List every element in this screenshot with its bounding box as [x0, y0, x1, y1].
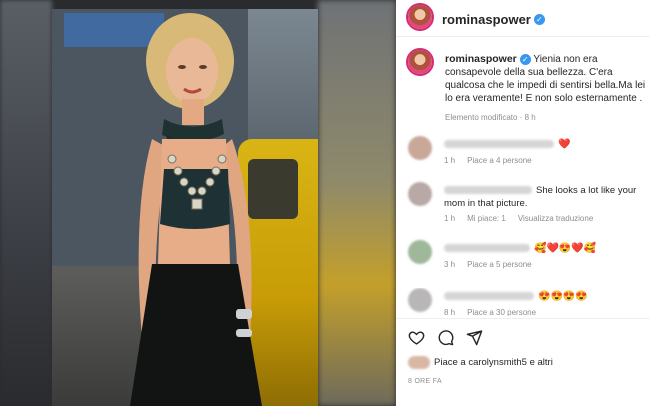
commenter-avatar[interactable]: [408, 182, 432, 206]
liker-avatars-blurred[interactable]: [408, 356, 430, 369]
comment-item: 🥰❤️😍❤️🥰 3 h Piace a 5 persone: [396, 240, 650, 280]
edited-time: 8 h: [524, 113, 536, 122]
comment-item: ❤️ 1 h Piace a 4 persone: [396, 136, 650, 176]
woman-figure: [130, 13, 262, 406]
post-caption: rominaspower ✓ Yienia non era consapevole…: [445, 53, 647, 124]
comment-likes-link[interactable]: Mi piace: 1: [467, 214, 506, 223]
see-translation-link[interactable]: Visualizza traduzione: [518, 214, 593, 223]
liked-by-row: Piace a carolynsmith5 e altri: [408, 356, 553, 369]
comment-emoji: 🥰❤️😍❤️🥰: [534, 243, 597, 254]
commenter-name-blurred[interactable]: [444, 244, 530, 253]
comment-emoji: ❤️: [558, 139, 571, 150]
comment-item: 😍😍😍😍 8 h Piace a 30 persone: [396, 288, 650, 316]
comment-info: 1 h Mi piace: 1 Visualizza traduzione: [444, 214, 605, 223]
liked-by-text[interactable]: Piace a carolynsmith5 e altri: [434, 357, 553, 368]
verified-badge-icon: ✓: [533, 14, 545, 26]
comment-icon[interactable]: [437, 329, 454, 346]
commenter-avatar[interactable]: [408, 288, 432, 312]
commenter-avatar[interactable]: [408, 240, 432, 264]
comment-info: 1 h Piace a 4 persone: [444, 156, 544, 165]
verified-badge-icon: ✓: [519, 53, 531, 65]
post-actions-bar: [396, 318, 650, 351]
comment-likes-link[interactable]: Piace a 30 persone: [467, 308, 536, 316]
caption-avatar[interactable]: [406, 48, 434, 76]
comment-emoji: 😍😍😍😍: [538, 291, 588, 302]
commenter-name-blurred[interactable]: [444, 186, 532, 195]
photo-blur-left: [0, 0, 52, 406]
post-photo[interactable]: [0, 0, 396, 406]
commenter-avatar[interactable]: [408, 136, 432, 160]
author-username-link[interactable]: rominaspower: [442, 12, 531, 27]
commenter-name-blurred[interactable]: [444, 140, 554, 149]
comment-time: 3 h: [444, 260, 456, 269]
author-avatar[interactable]: [406, 3, 434, 31]
commenter-name-blurred[interactable]: [444, 292, 534, 301]
comment-info: 3 h Piace a 5 persone: [444, 260, 544, 269]
comment-info: 8 h Piace a 30 persone: [444, 308, 548, 316]
share-icon[interactable]: [466, 329, 483, 346]
comment-likes-link[interactable]: Piace a 4 persone: [467, 156, 532, 165]
post-header: rominaspower ✓: [396, 0, 650, 37]
comment-item: She looks a lot like your mom in that pi…: [396, 182, 650, 223]
caption-username[interactable]: rominaspower: [445, 53, 517, 65]
post-image: [52, 9, 318, 406]
comment-time: 8 h: [444, 308, 456, 316]
edited-label: Elemento modificato: [445, 113, 518, 122]
post-side-panel: rominaspower ✓ rominaspower ✓ Yienia non e…: [396, 0, 650, 406]
author-name-row: rominaspower ✓: [442, 11, 545, 29]
comment-time: 1 h: [444, 156, 456, 165]
post-timestamp: 8 ORE FA: [408, 378, 442, 385]
comment-time: 1 h: [444, 214, 456, 223]
caption-meta: Elemento modificato · 8 h: [445, 113, 536, 122]
comment-likes-link[interactable]: Piace a 5 persone: [467, 260, 532, 269]
photo-blur-right: [318, 0, 396, 406]
heart-icon[interactable]: [408, 329, 425, 346]
